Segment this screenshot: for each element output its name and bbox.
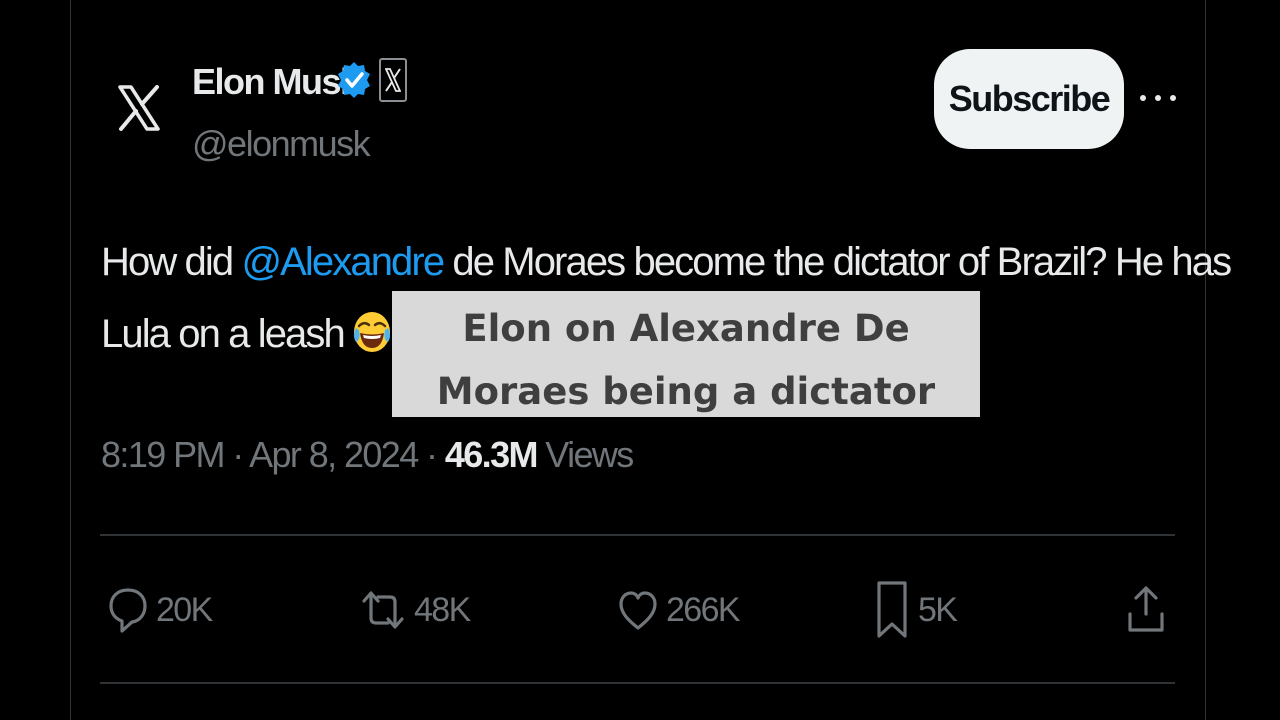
divider: [100, 534, 1175, 536]
reply-count: 20K: [156, 591, 213, 629]
tweet-page: Elon Musk @elonmusk Subscribe How did @A…: [0, 0, 1280, 720]
timeline-right-border: [1205, 0, 1206, 720]
reply-icon: [109, 588, 147, 633]
bookmark-button[interactable]: 5K: [874, 580, 958, 640]
like-button[interactable]: 266K: [618, 580, 741, 640]
bookmark-count: 5K: [918, 591, 958, 629]
mention-link[interactable]: @Alexandre: [241, 240, 445, 284]
tweet-time[interactable]: 8:19 PM: [101, 434, 225, 475]
tweet-text-after-mention: de Moraes become the dictator of Brazil?…: [443, 240, 1232, 284]
timeline-left-border: [70, 0, 71, 720]
share-button[interactable]: [1126, 580, 1166, 640]
share-icon: [1128, 586, 1164, 632]
user-handle[interactable]: @elonmusk: [192, 122, 371, 166]
heart-icon: [619, 591, 657, 630]
meta-separator: ·: [223, 434, 250, 475]
repost-button[interactable]: 48K: [360, 580, 471, 640]
x-logo-icon: [118, 85, 160, 131]
tweet-text-line-1: How did @Alexandre de Moraes become the …: [101, 238, 1232, 286]
avatar[interactable]: [100, 48, 178, 168]
divider: [100, 682, 1175, 684]
caption-overlay: Elon on Alexandre De Moraes being a dict…: [392, 291, 980, 417]
views-count: 46.3M: [444, 434, 539, 475]
display-name[interactable]: Elon Musk: [192, 60, 360, 104]
caption-line-2: Moraes being a dictator: [436, 370, 936, 413]
bookmark-icon: [877, 581, 907, 638]
tweet-meta: 8:19 PM · Apr 8, 2024 · 46.3M Views: [101, 433, 634, 477]
tweet-text-line-2: Lula on a leash: [101, 310, 392, 358]
tweet-text-before-mention: How did: [101, 240, 242, 284]
repost-icon: [362, 591, 404, 629]
caption-line-1: Elon on Alexandre De: [462, 307, 910, 350]
reply-button[interactable]: 20K: [108, 580, 213, 640]
views-label: Views: [536, 434, 634, 475]
more-icon[interactable]: [1140, 86, 1176, 110]
subscribe-button[interactable]: Subscribe: [934, 49, 1124, 149]
x-affiliate-badge-icon[interactable]: [379, 58, 407, 102]
verified-badge-icon[interactable]: [336, 60, 372, 100]
meta-separator: ·: [417, 434, 445, 475]
tweet-text-line-2-text: Lula on a leash: [101, 312, 346, 356]
repost-count: 48K: [414, 591, 471, 629]
tweet-date[interactable]: Apr 8, 2024: [249, 434, 419, 475]
like-count: 266K: [666, 591, 741, 629]
face-with-tears-of-joy-icon: [353, 312, 390, 353]
